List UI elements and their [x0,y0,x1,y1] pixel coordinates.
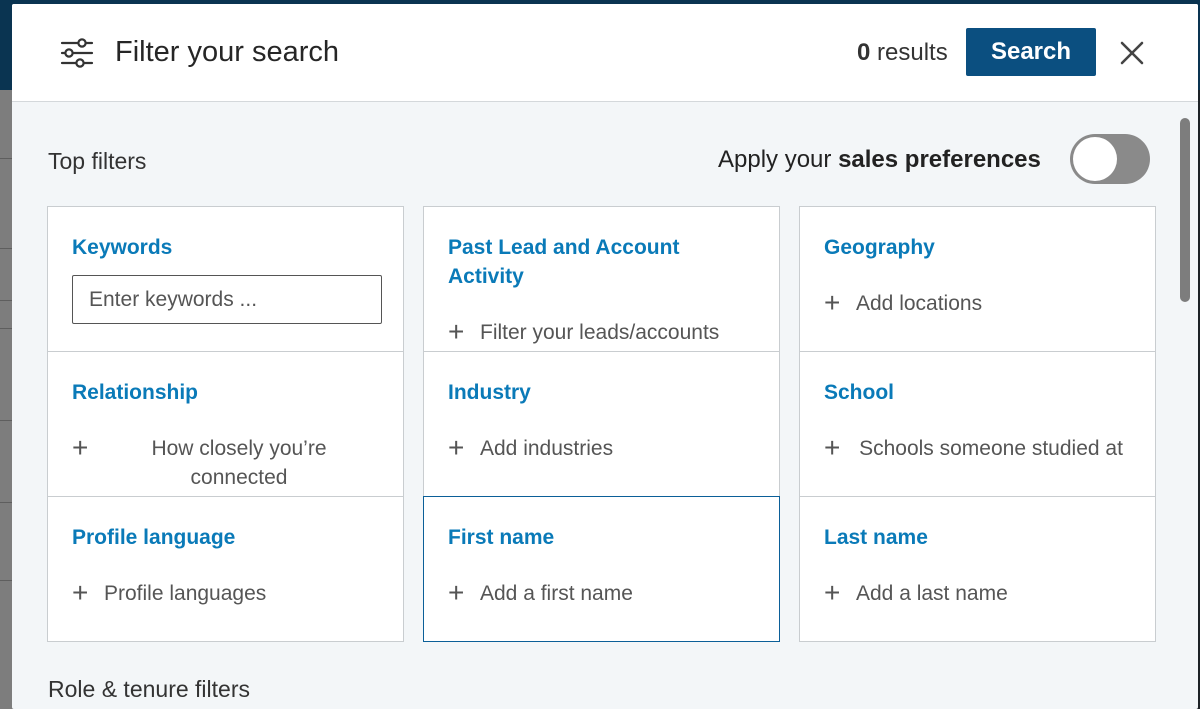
plus-icon: + [72,577,89,608]
card-first-name[interactable]: First name + Add a first name [423,496,780,642]
geography-action-label: Add locations [856,292,983,315]
geography-action[interactable]: + Add locations [824,289,982,318]
filter-sliders-icon [60,38,94,68]
plus-icon: + [448,577,465,608]
relationship-action-label: How closely you’re connected [151,437,327,489]
card-keywords: Keywords [47,206,404,352]
card-title-first-name: First name [448,526,555,549]
role-tenure-filters-title: Role & tenure filters [48,676,250,702]
filter-modal: Filter your search 0 results Search Top … [12,4,1198,709]
prefs-prefix: Apply your [718,146,832,173]
card-geography[interactable]: Geography + Add locations [799,206,1156,352]
past-activity-action-label: Filter your leads/accounts [480,321,720,344]
card-title-last-name: Last name [824,526,928,549]
last-name-action[interactable]: + Add a last name [824,579,1008,608]
card-title-relationship: Relationship [72,381,199,404]
school-action[interactable]: + Schools someone studied at [824,434,1126,463]
top-filters-title: Top filters [48,148,147,174]
card-industry[interactable]: Industry + Add industries [423,351,780,497]
plus-icon: + [72,432,89,463]
school-action-label: Schools someone studied at [859,437,1123,460]
results-number: 0 [857,39,871,66]
filter-grid: Keywords Past Lead and Account Activity … [47,206,1157,642]
profile-language-action-label: Profile languages [104,582,267,605]
card-title-geography: Geography [824,236,935,259]
card-title-keywords: Keywords [72,236,173,259]
card-school[interactable]: School + Schools someone studied at [799,351,1156,497]
card-profile-language[interactable]: Profile language + Profile languages [47,496,404,642]
industry-action-label: Add industries [480,437,614,460]
keywords-input[interactable] [72,275,382,324]
last-name-action-label: Add a last name [856,582,1008,605]
prefs-bold: sales preferences [838,146,1041,173]
sales-preferences-toggle[interactable] [1070,134,1150,184]
card-last-name[interactable]: Last name + Add a last name [799,496,1156,642]
modal-title: Filter your search [115,36,340,68]
past-activity-action[interactable]: + Filter your leads/accounts [448,318,719,347]
close-icon[interactable] [1114,35,1150,71]
first-name-action[interactable]: + Add a first name [448,579,633,608]
card-title-industry: Industry [448,381,531,404]
plus-icon: + [824,287,841,318]
card-title-past-activity: Past Lead and Account Activity [448,236,680,288]
scrollbar[interactable] [1180,118,1190,302]
plus-icon: + [824,577,841,608]
search-button[interactable]: Search [966,28,1096,76]
toggle-knob [1073,137,1117,181]
card-title-profile-language: Profile language [72,526,236,549]
modal-header: Filter your search 0 results Search [12,4,1198,102]
plus-icon: + [824,432,841,463]
card-past-activity[interactable]: Past Lead and Account Activity + Filter y… [423,206,780,352]
results-label: results [877,39,948,66]
card-title-school: School [824,381,895,404]
sales-preferences-label: Apply your sales preferences [718,146,1041,174]
plus-icon: + [448,432,465,463]
first-name-action-label: Add a first name [480,582,633,605]
plus-icon: + [448,316,465,347]
industry-action[interactable]: + Add industries [448,434,613,463]
relationship-action[interactable]: + How closely you’re connected [72,434,374,492]
card-relationship[interactable]: Relationship + How closely you’re connect… [47,351,404,497]
results-count: 0 results [857,39,948,67]
profile-language-action[interactable]: + Profile languages [72,579,266,608]
